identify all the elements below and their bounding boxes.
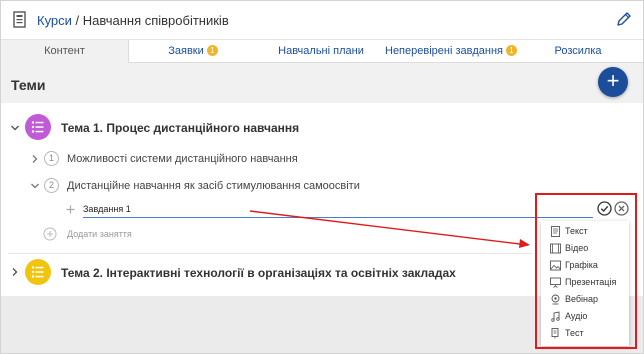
topic-divider <box>8 253 533 254</box>
count-badge: 1 <box>206 45 218 56</box>
pencil-edit-icon[interactable] <box>616 11 632 27</box>
tab-label: Контент <box>44 45 85 57</box>
plus-icon <box>66 205 75 214</box>
page-title: Навчання співробітників <box>82 13 229 28</box>
page-header: Курси / Навчання співробітників <box>1 1 643 39</box>
text-doc-icon <box>551 226 560 237</box>
video-film-icon <box>550 243 561 254</box>
course-doc-icon <box>13 11 26 28</box>
menu-item-label: Тест <box>565 328 584 338</box>
add-circle-icon[interactable] <box>43 227 57 241</box>
image-icon <box>550 260 561 271</box>
task-type-menu: Текст Відео Графіка Презентація Вебінар <box>541 221 629 346</box>
chevron-right-icon[interactable] <box>30 154 40 164</box>
presentation-icon <box>550 277 561 288</box>
topic-title[interactable]: Тема 1. Процес дистанційного навчання <box>61 121 299 135</box>
webinar-icon <box>551 294 560 305</box>
topic-list-icon <box>25 114 51 140</box>
tab-content[interactable]: Контент <box>1 40 129 63</box>
tab-applications[interactable]: Заявки 1 <box>129 40 257 63</box>
menu-item-label: Вебінар <box>565 294 599 304</box>
tab-label: Навчальні плани <box>278 45 364 57</box>
menu-item-webinar[interactable]: Вебінар <box>541 291 629 308</box>
breadcrumb-courses-link[interactable]: Курси <box>37 13 72 28</box>
cancel-close-icon[interactable] <box>614 201 629 216</box>
menu-item-label: Текст <box>565 226 588 236</box>
section-title: Теми <box>11 77 46 93</box>
lesson-number: 1 <box>44 151 59 166</box>
chevron-down-icon[interactable] <box>30 181 40 191</box>
lesson-title[interactable]: Можливості системи дистанційного навчанн… <box>67 153 298 165</box>
new-task-input[interactable]: Завдання 1 <box>83 202 593 218</box>
menu-item-label: Презентація <box>565 277 617 287</box>
tab-bar: Контент Заявки 1 Навчальні плани Непереві… <box>1 39 643 63</box>
menu-item-text[interactable]: Текст <box>541 223 629 240</box>
add-topic-button[interactable]: + <box>598 67 628 97</box>
menu-item-presentation[interactable]: Презентація <box>541 274 629 291</box>
tab-study-plans[interactable]: Навчальні плани <box>257 40 385 63</box>
menu-item-label: Відео <box>565 243 589 253</box>
breadcrumb-separator: / <box>71 13 83 28</box>
lesson-number: 2 <box>44 178 59 193</box>
topics-header: Теми <box>1 63 643 103</box>
tab-mailing[interactable]: Розсилка <box>513 40 643 63</box>
test-icon <box>551 328 559 339</box>
tab-unchecked-tasks[interactable]: Неперевірені завдання 1 <box>385 40 517 63</box>
chevron-right-icon[interactable] <box>10 267 20 277</box>
menu-item-graphics[interactable]: Графіка <box>541 257 629 274</box>
menu-item-audio[interactable]: Аудіо <box>541 308 629 325</box>
topic-title[interactable]: Тема 2. Інтерактивні технології в органі… <box>61 266 456 280</box>
tab-label: Заявки <box>168 45 204 57</box>
topic-list-icon <box>25 259 51 285</box>
chevron-down-icon[interactable] <box>10 123 20 133</box>
breadcrumb: Курси / Навчання співробітників <box>37 13 229 28</box>
check-confirm-icon[interactable] <box>597 201 612 216</box>
menu-item-video[interactable]: Відео <box>541 240 629 257</box>
menu-item-label: Аудіо <box>565 311 588 321</box>
lesson-title[interactable]: Дистанційне навчання як засіб стимулюван… <box>67 180 360 192</box>
tab-label: Розсилка <box>554 45 602 57</box>
menu-item-test[interactable]: Тест <box>541 325 629 342</box>
add-lesson-link[interactable]: Додати заняття <box>67 229 132 239</box>
tab-label: Неперевірені завдання <box>385 45 503 57</box>
menu-item-label: Графіка <box>565 260 598 270</box>
audio-note-icon <box>551 311 560 322</box>
